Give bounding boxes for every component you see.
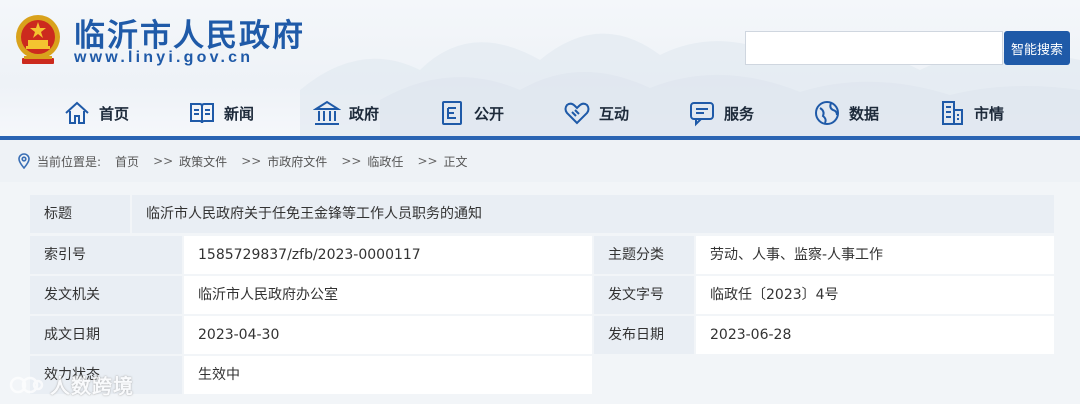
breadcrumb-separator: >>	[153, 154, 174, 168]
meta-value-status: 生效中	[184, 356, 592, 394]
breadcrumb-label: 当前位置是:	[37, 154, 102, 169]
breadcrumb-separator: >>	[341, 154, 362, 168]
meta-value-topic: 劳动、人事、监察-人事工作	[696, 236, 1054, 274]
site-header: 临沂市人民政府 www.linyi.gov.cn 智能搜索 首页 新闻 政府 公…	[0, 0, 1080, 140]
nav-item-data[interactable]: 数据	[813, 96, 879, 130]
breadcrumb-link-policy[interactable]: 政策文件	[179, 153, 227, 170]
meta-label-issuer: 发文机关	[30, 276, 182, 314]
breadcrumb-link-city-docs[interactable]: 市政府文件	[267, 153, 327, 170]
nav-label: 政府	[349, 104, 380, 123]
watermark: 人数跨境	[8, 370, 134, 399]
breadcrumb: 当前位置是: 首页 >> 政策文件 >> 市政府文件 >> 临政任 >> 正文	[0, 140, 1080, 182]
globe-data-icon	[815, 101, 839, 125]
meta-value-doc-number: 临政任〔2023〕4号	[696, 276, 1054, 314]
meta-label-index: 索引号	[30, 236, 182, 274]
national-emblem-icon	[16, 15, 60, 64]
watermark-logo-icon	[9, 376, 44, 393]
main-nav: 首页 新闻 政府 公开 互动 服务 数据 市情	[0, 88, 1080, 136]
nav-label: 市情	[974, 104, 1005, 123]
watermark-text: 人数跨境	[50, 374, 134, 398]
book-icon	[190, 103, 214, 124]
nav-item-city-info[interactable]: 市情	[938, 96, 1004, 130]
breadcrumb-separator: >>	[417, 154, 438, 168]
meta-label-title: 标题	[30, 195, 130, 233]
breadcrumb-separator: >>	[241, 154, 262, 168]
site-url[interactable]: www.linyi.gov.cn	[74, 49, 253, 67]
meta-value-written-date: 2023-04-30	[184, 316, 592, 354]
meta-value-issuer: 临沂市人民政府办公室	[184, 276, 592, 314]
nav-item-news[interactable]: 新闻	[188, 96, 254, 130]
search-input[interactable]	[745, 31, 1003, 65]
meta-label-topic: 主题分类	[594, 236, 694, 274]
nav-item-public[interactable]: 公开	[438, 96, 504, 130]
nav-item-home[interactable]: 首页	[63, 96, 129, 130]
smart-search-button[interactable]: 智能搜索	[1004, 31, 1070, 65]
meta-value-publish-date: 2023-06-28	[696, 316, 1054, 354]
nav-item-interaction[interactable]: 互动	[563, 96, 629, 130]
nav-item-government[interactable]: 政府	[313, 96, 379, 130]
document-icon	[442, 101, 462, 125]
meta-label-doc-number: 发文字号	[594, 276, 694, 314]
meta-label-written-date: 成文日期	[30, 316, 182, 354]
handshake-icon	[564, 102, 590, 125]
nav-label: 互动	[599, 104, 630, 123]
meta-value-index: 1585729837/zfb/2023-0000117	[184, 236, 592, 274]
breadcrumb-link-home[interactable]: 首页	[115, 153, 139, 170]
meta-label-publish-date: 发布日期	[594, 316, 694, 354]
nav-item-service[interactable]: 服务	[688, 96, 754, 130]
nav-label: 首页	[99, 104, 130, 123]
chat-service-icon	[690, 102, 714, 127]
nav-label: 公开	[474, 104, 505, 123]
location-pin-icon	[18, 153, 30, 169]
government-building-icon	[313, 100, 341, 125]
breadcrumb-link-linzhengren[interactable]: 临政任	[367, 153, 403, 170]
meta-value-title: 临沂市人民政府关于任免王金锋等工作人员职务的通知	[132, 195, 1054, 233]
breadcrumb-current: 正文	[443, 154, 468, 169]
nav-label: 新闻	[224, 104, 255, 123]
nav-label: 数据	[849, 104, 880, 123]
city-building-icon	[942, 101, 963, 125]
home-icon	[65, 101, 89, 124]
nav-label: 服务	[724, 104, 755, 123]
